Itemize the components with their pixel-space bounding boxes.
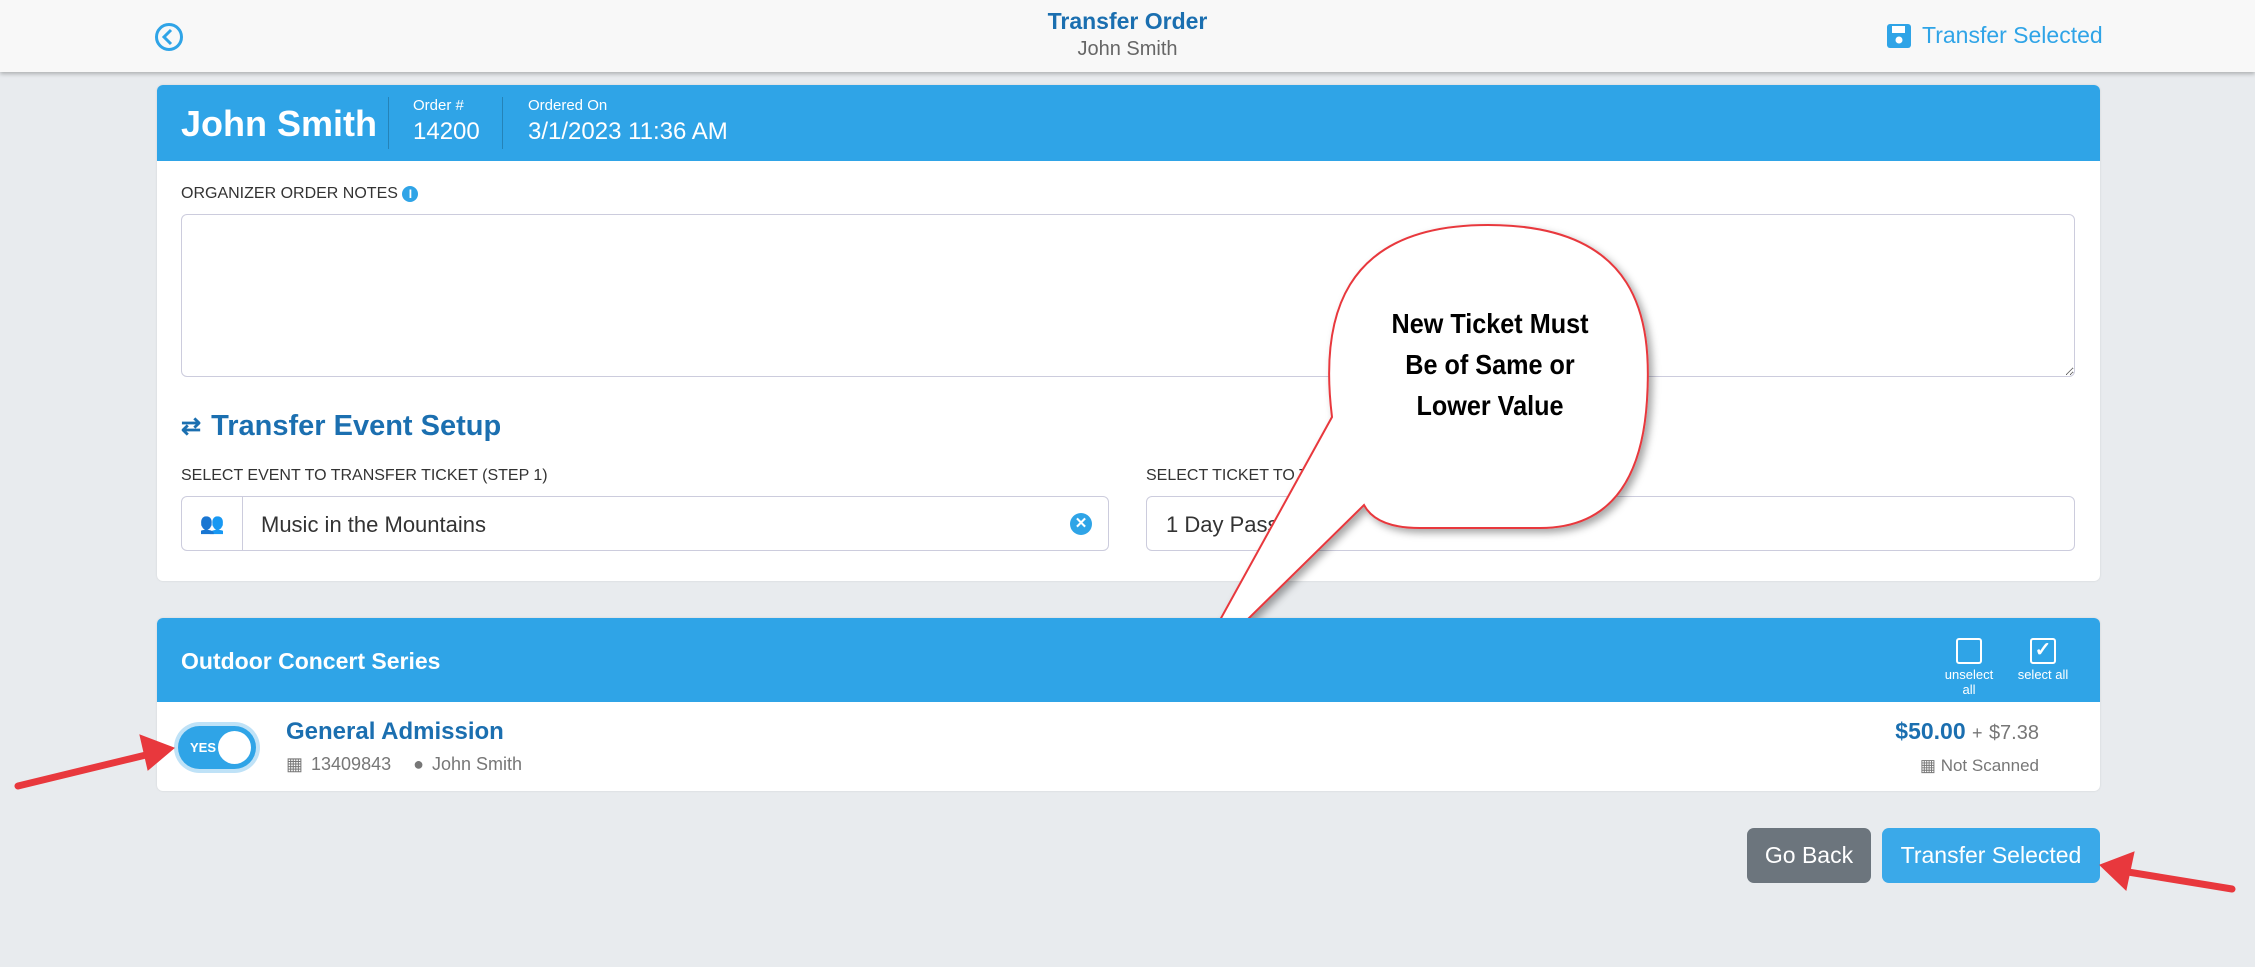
save-icon <box>1887 23 1911 48</box>
ticket-row: YES General Admission ▦ 13409843 ● John Sm… <box>157 702 2100 791</box>
arrow-to-transfer-button <box>2124 868 2236 893</box>
toggle-knob <box>218 731 251 764</box>
qr-code-icon: ▦ <box>286 754 304 774</box>
ordered-on-label: Ordered On <box>528 97 608 114</box>
order-number: 14200 <box>413 118 480 145</box>
ticket-select-value: 1 Day Pass <box>1166 512 1279 537</box>
order-header: John Smith Order # 14200 Ordered On 3/1/… <box>157 85 2100 161</box>
top-bar: Transfer Order John Smith Transfer Selec… <box>0 0 2255 72</box>
ticket-meta: ▦ 13409843 ● John Smith <box>286 754 523 774</box>
event-select-value: Music in the Mountains <box>261 512 486 537</box>
arrow-to-toggle <box>14 750 154 790</box>
unselect-all-button[interactable]: unselect all <box>1937 638 2001 697</box>
step2-label: SELECT TICKET TO TRANSFER TO (STEP 2) <box>1146 467 1482 484</box>
arrow-head <box>2099 851 2135 891</box>
event-header: Outdoor Concert Series unselect all ✓ se… <box>157 618 2100 702</box>
order-card: John Smith Order # 14200 Ordered On 3/1/… <box>157 85 2100 581</box>
ticket-name[interactable]: General Admission <box>286 718 504 746</box>
ordered-on-date: 3/1/2023 11:36 AM <box>528 118 728 145</box>
step1-label: SELECT EVENT TO TRANSFER TICKET (STEP 1) <box>181 467 548 484</box>
header-transfer-selected-button[interactable]: Transfer Selected <box>1886 22 2103 49</box>
divider <box>388 97 389 149</box>
transfer-toggle[interactable]: YES <box>178 726 256 769</box>
event-card: Outdoor Concert Series unselect all ✓ se… <box>157 618 2100 791</box>
clear-icon[interactable]: ✕ <box>1070 513 1092 535</box>
notes-label: ORGANIZER ORDER NOTES i <box>181 185 419 203</box>
event-select[interactable]: 👥 Music in the Mountains ✕ <box>181 496 1109 551</box>
checkbox-empty-icon <box>1956 638 1982 664</box>
group-icon: 👥 <box>182 497 243 550</box>
go-back-button[interactable]: Go Back <box>1747 828 1871 883</box>
qr-code-icon: ▦ <box>1919 756 1936 775</box>
setup-title: ⇄ Transfer Event Setup <box>181 410 502 442</box>
callout-text: New Ticket Must Be of Same or Lower Valu… <box>1391 308 1589 421</box>
info-icon[interactable]: i <box>402 186 419 202</box>
notes-textarea[interactable] <box>181 214 2075 377</box>
ticket-select[interactable]: 1 Day Pass <box>1146 496 2075 551</box>
customer-name: John Smith <box>181 103 377 144</box>
transfer-arrows-icon: ⇄ <box>181 413 202 440</box>
user-icon: ● <box>413 754 424 774</box>
order-number-label: Order # <box>413 97 464 114</box>
event-name: Outdoor Concert Series <box>181 648 441 674</box>
transfer-selected-button[interactable]: Transfer Selected <box>1882 828 2100 883</box>
divider <box>502 97 503 149</box>
ticket-price: $50.00 + $7.38 <box>1895 718 2039 744</box>
checkbox-checked-icon: ✓ <box>2030 638 2056 664</box>
scan-status: ▦ Not Scanned <box>1919 756 2039 775</box>
select-all-button[interactable]: ✓ select all <box>2013 638 2073 682</box>
